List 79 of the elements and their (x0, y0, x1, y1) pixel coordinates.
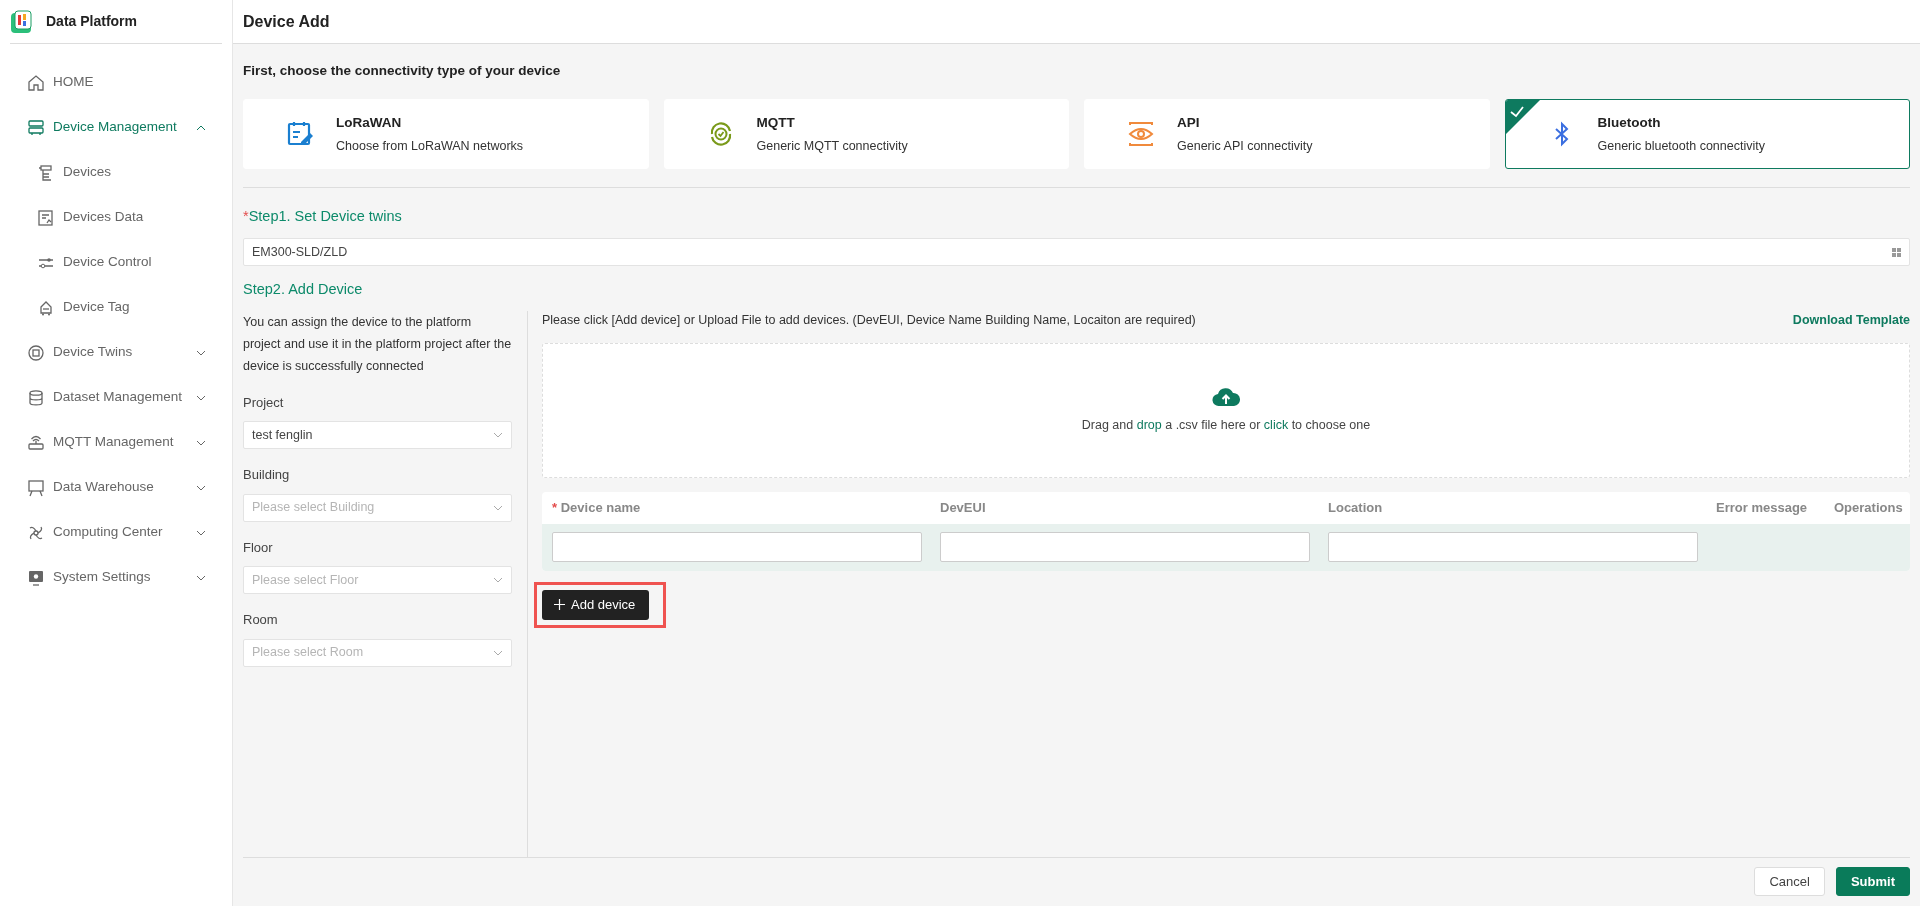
column-header: Location (1327, 498, 1384, 517)
sidebar-subitem[interactable]: Device Control (0, 240, 232, 285)
field-label: Building (243, 466, 291, 485)
connectivity-card[interactable]: LoRaWAN Choose from LoRaWAN networks (243, 99, 649, 170)
step-description: You can assign the device to the platform project and use it in the platform project after the device is successfully connected (243, 313, 512, 375)
sidebar-subitem[interactable]: Devices Data (0, 195, 232, 240)
server-icon (27, 118, 45, 137)
cube-circle-icon (27, 343, 45, 362)
sidebar-subitem[interactable]: Devices (0, 150, 232, 195)
chevron-down-icon (493, 577, 503, 584)
submit-button[interactable]: Submit (1835, 867, 1910, 896)
chevron-down-icon (493, 504, 503, 511)
device-list-icon (37, 163, 55, 182)
sidebar-item[interactable]: Data Warehouse (0, 465, 232, 510)
sidebar-item[interactable]: Computing Center (0, 510, 232, 555)
field-label: Floor (243, 538, 274, 557)
chevron-down-icon (196, 349, 206, 356)
eye-icon (1127, 120, 1155, 149)
card-title: API (1177, 114, 1201, 133)
sidebar-item[interactable]: MQTT Management (0, 420, 232, 465)
field-label: Room (243, 611, 279, 630)
connectivity-card[interactable]: Bluetooth Generic bluetooth connectivity (1504, 99, 1910, 170)
card-description: Generic MQTT connectivity (756, 137, 908, 155)
easel-icon (27, 478, 45, 497)
chevron-down-icon (493, 649, 503, 656)
plus-icon (554, 598, 565, 610)
card-title: LoRaWAN (336, 114, 403, 133)
connectivity-card[interactable]: MQTT Generic MQTT connectivity (663, 99, 1069, 170)
sidebar-item[interactable]: Dataset Management (0, 375, 232, 420)
select-field[interactable]: test fenglin (243, 421, 512, 450)
cloud-upload-icon (1212, 385, 1240, 408)
device-twin-select[interactable]: EM300-SLD/ZLD (243, 238, 1910, 266)
column-header: DevEUI (939, 498, 987, 517)
step-title: Step2. Add Device (243, 280, 364, 299)
app-title: Data Platform (46, 12, 138, 31)
card-description: Generic bluetooth connectivity (1597, 137, 1765, 155)
page-title: Device Add (233, 0, 1920, 44)
download-template-link[interactable]: Download Template (1792, 310, 1910, 330)
sidebar-item[interactable]: Device Management (0, 105, 232, 150)
card-title: Bluetooth (1597, 114, 1662, 133)
chevron-up-icon (196, 124, 206, 131)
home-icon (27, 73, 45, 92)
file-dropzone[interactable]: Drag and drop a .csv file here or click to choose one (542, 342, 1910, 478)
chevron-down-icon (196, 439, 206, 446)
chevron-down-icon (196, 574, 206, 581)
column-header: Operations (1833, 498, 1904, 517)
selected-check-icon (1505, 100, 1540, 135)
chevron-down-icon (196, 529, 206, 536)
card-description: Choose from LoRaWAN networks (336, 137, 524, 155)
dropzone-text: Drag and drop a .csv file here or click to choose one (1081, 416, 1371, 434)
chevron-down-icon (196, 484, 206, 491)
card-description: Generic API connectivity (1177, 137, 1313, 155)
sidebar-item[interactable]: HOME (0, 60, 232, 105)
table-input[interactable] (940, 532, 1310, 562)
cancel-button[interactable]: Cancel (1754, 867, 1825, 896)
card-title: MQTT (756, 114, 796, 133)
sidebar-item[interactable]: System Settings (0, 555, 232, 600)
dropzone-link[interactable]: drop (1136, 417, 1162, 432)
column-header: Error message (1715, 498, 1809, 517)
router-icon (27, 433, 45, 452)
database-icon (27, 388, 45, 407)
upload-instruction: Please click [Add device] or Upload File to add devices. (DevEUI, Device Name Building Name, Locaiton are required) (542, 311, 1196, 329)
logo-icon (10, 9, 34, 34)
field-label: Project (243, 393, 285, 412)
monitor-icon (27, 568, 45, 587)
add-device-button[interactable]: Add device (542, 589, 650, 620)
step-title: *Step1. Set Device twins (243, 207, 403, 227)
sidebar-item[interactable]: Device Twins (0, 330, 232, 375)
data-sheet-icon (37, 208, 55, 227)
table-input[interactable] (552, 532, 922, 562)
chevron-down-icon (493, 432, 503, 439)
connectivity-card[interactable]: API Generic API connectivity (1084, 99, 1490, 170)
table-input[interactable] (1328, 532, 1698, 562)
column-header: * Device name (551, 498, 642, 517)
sidebar-subitem[interactable]: Device Tag (0, 285, 232, 330)
chevron-down-icon (196, 394, 206, 401)
dropzone-link[interactable]: click (1263, 417, 1289, 432)
grid-icon (1892, 247, 1901, 257)
section-heading: First, choose the connectivity type of your device (243, 62, 562, 80)
